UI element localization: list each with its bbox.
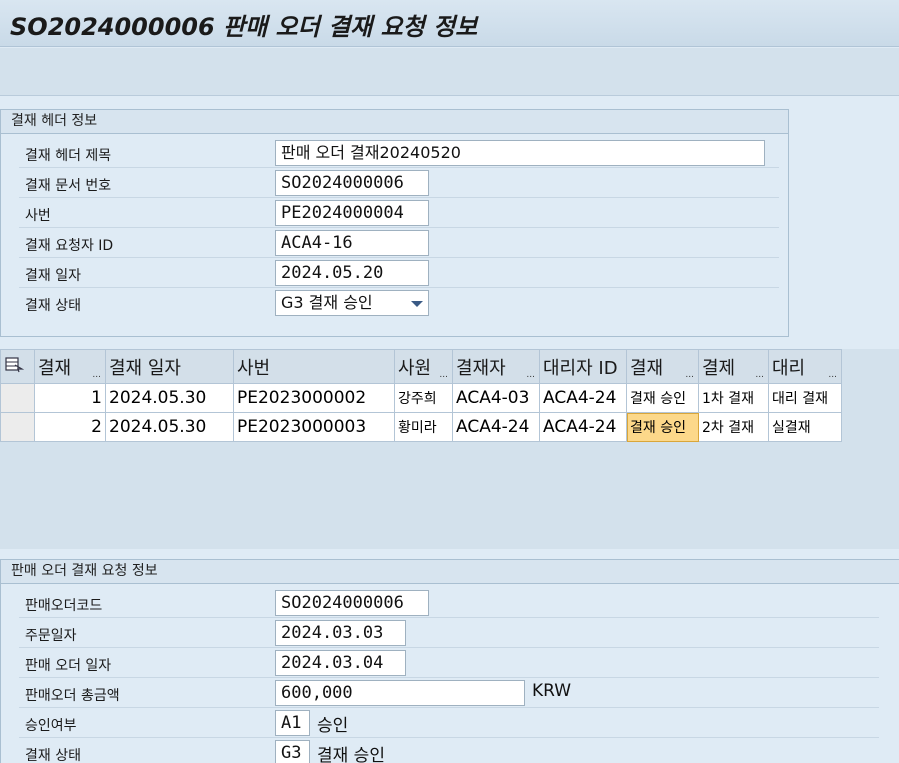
table-cell: 1: [34, 383, 106, 413]
approval-date-input[interactable]: 2024.05.20: [275, 260, 429, 286]
order-code-input[interactable]: SO2024000006: [275, 590, 429, 616]
field-row-order-date: 주문일자 2024.03.03: [19, 618, 879, 648]
table-settings-icon[interactable]: [0, 349, 35, 384]
field-label: 결재 상태: [25, 298, 81, 314]
group-title: 결재 헤더 정보: [1, 110, 788, 134]
sales-order-date-input[interactable]: 2024.03.04: [275, 650, 406, 676]
field-row-employee-no: 사번 PE2024000004: [19, 198, 779, 228]
doc-number-input[interactable]: SO2024000006: [275, 170, 429, 196]
column-header[interactable]: 결재 일자: [105, 349, 234, 384]
field-row-approval-status: 결재 상태 G3 결재 승인: [19, 288, 779, 318]
dropdown-value: G3 결재 승인: [281, 293, 373, 312]
field-label: 승인여부: [25, 718, 77, 734]
field-label: 결재 문서 번호: [25, 178, 112, 194]
field-label: 판매 오더 일자: [25, 658, 112, 674]
row-selector[interactable]: [0, 412, 35, 442]
table-cell: ACA4-24: [452, 412, 540, 442]
column-header[interactable]: 결제...: [698, 349, 769, 384]
table-cell: 대리 결재: [768, 383, 842, 413]
column-header[interactable]: 사번: [233, 349, 395, 384]
table-cell-selected[interactable]: 결재 승인: [626, 412, 699, 442]
field-row-order-status: 결재 상태 G3 결재 승인: [19, 738, 879, 763]
field-label: 사번: [25, 208, 51, 224]
row-selector[interactable]: [0, 383, 35, 413]
column-header[interactable]: 대리자 ID: [539, 349, 627, 384]
column-header[interactable]: 대리...: [768, 349, 842, 384]
currency-label: KRW: [532, 681, 572, 701]
order-date-input[interactable]: 2024.03.03: [275, 620, 406, 646]
total-amount-input[interactable]: 600,000: [275, 680, 525, 706]
field-label: 주문일자: [25, 628, 77, 644]
table-cell: 실결재: [768, 412, 842, 442]
approval-lines-table-area: 결재... 결재 일자 사번 사원... 결재자... 대리자 ID 결재...…: [0, 349, 899, 549]
column-header[interactable]: 결재...: [34, 349, 106, 384]
table-cell: PE2023000002: [233, 383, 395, 413]
employee-no-input[interactable]: PE2024000004: [275, 200, 429, 226]
table-cell: ACA4-24: [539, 412, 627, 442]
table-cell: PE2023000003: [233, 412, 395, 442]
table-cell: ACA4-24: [539, 383, 627, 413]
field-label: 판매오더 총금액: [25, 688, 120, 704]
application-toolbar: [0, 48, 899, 96]
field-label: 판매오더코드: [25, 598, 103, 614]
table-cell: ACA4-03: [452, 383, 540, 413]
field-row-approval-flag: 승인여부 A1 승인: [19, 708, 879, 738]
column-header[interactable]: 사원...: [394, 349, 453, 384]
field-label: 결재 헤더 제목: [25, 148, 112, 164]
approval-status-dropdown[interactable]: G3 결재 승인: [275, 290, 429, 316]
group-title: 판매 오더 결재 요청 정보: [1, 560, 899, 584]
field-row-sales-order-date: 판매 오더 일자 2024.03.04: [19, 648, 879, 678]
field-row-total-amount: 판매오더 총금액 600,000 KRW: [19, 678, 879, 708]
table-cell: 1차 결재: [698, 383, 769, 413]
table-row[interactable]: 1 2024.05.30 PE2023000002 강주희 ACA4-03 AC…: [0, 383, 842, 413]
table-cell: 2차 결재: [698, 412, 769, 442]
field-row-order-code: 판매오더코드 SO2024000006: [19, 588, 879, 618]
window-title: SO2024000006 판매 오더 결재 요청 정보: [10, 13, 478, 41]
table-cell: 황미라: [394, 412, 453, 442]
chevron-down-icon[interactable]: [411, 301, 423, 307]
table-cell: 결재 승인: [626, 383, 699, 413]
header-title-input[interactable]: 판매 오더 결재20240520: [275, 140, 765, 166]
title-bar: SO2024000006 판매 오더 결재 요청 정보: [0, 0, 899, 47]
field-row-header-title: 결재 헤더 제목 판매 오더 결재20240520: [19, 138, 779, 168]
order-status-input[interactable]: G3: [275, 740, 310, 763]
field-label: 결재 요청자 ID: [25, 238, 114, 254]
table-cell: 2024.05.30: [105, 383, 234, 413]
table-cell: 2024.05.30: [105, 412, 234, 442]
requester-id-input[interactable]: ACA4-16: [275, 230, 429, 256]
approval-flag-text: 승인: [317, 716, 349, 736]
table-cell: 강주희: [394, 383, 453, 413]
column-header[interactable]: 결재...: [626, 349, 699, 384]
approval-flag-input[interactable]: A1: [275, 710, 310, 736]
order-status-text: 결재 승인: [317, 746, 385, 763]
field-row-requester-id: 결재 요청자 ID ACA4-16: [19, 228, 779, 258]
field-label: 결재 상태: [25, 748, 81, 763]
field-row-doc-number: 결재 문서 번호 SO2024000006: [19, 168, 779, 198]
approval-lines-table: 결재... 결재 일자 사번 사원... 결재자... 대리자 ID 결재...…: [0, 349, 842, 442]
table-row[interactable]: 2 2024.05.30 PE2023000003 황미라 ACA4-24 AC…: [0, 412, 842, 442]
table-header-row: 결재... 결재 일자 사번 사원... 결재자... 대리자 ID 결재...…: [0, 349, 842, 384]
sales-order-group: 판매 오더 결재 요청 정보 판매오더코드 SO2024000006 주문일자 …: [0, 559, 899, 763]
field-row-approval-date: 결재 일자 2024.05.20: [19, 258, 779, 288]
approval-header-group: 결재 헤더 정보 결재 헤더 제목 판매 오더 결재20240520 결재 문서…: [0, 109, 789, 337]
field-label: 결재 일자: [25, 268, 81, 284]
column-header[interactable]: 결재자...: [452, 349, 540, 384]
table-cell: 2: [34, 412, 106, 442]
